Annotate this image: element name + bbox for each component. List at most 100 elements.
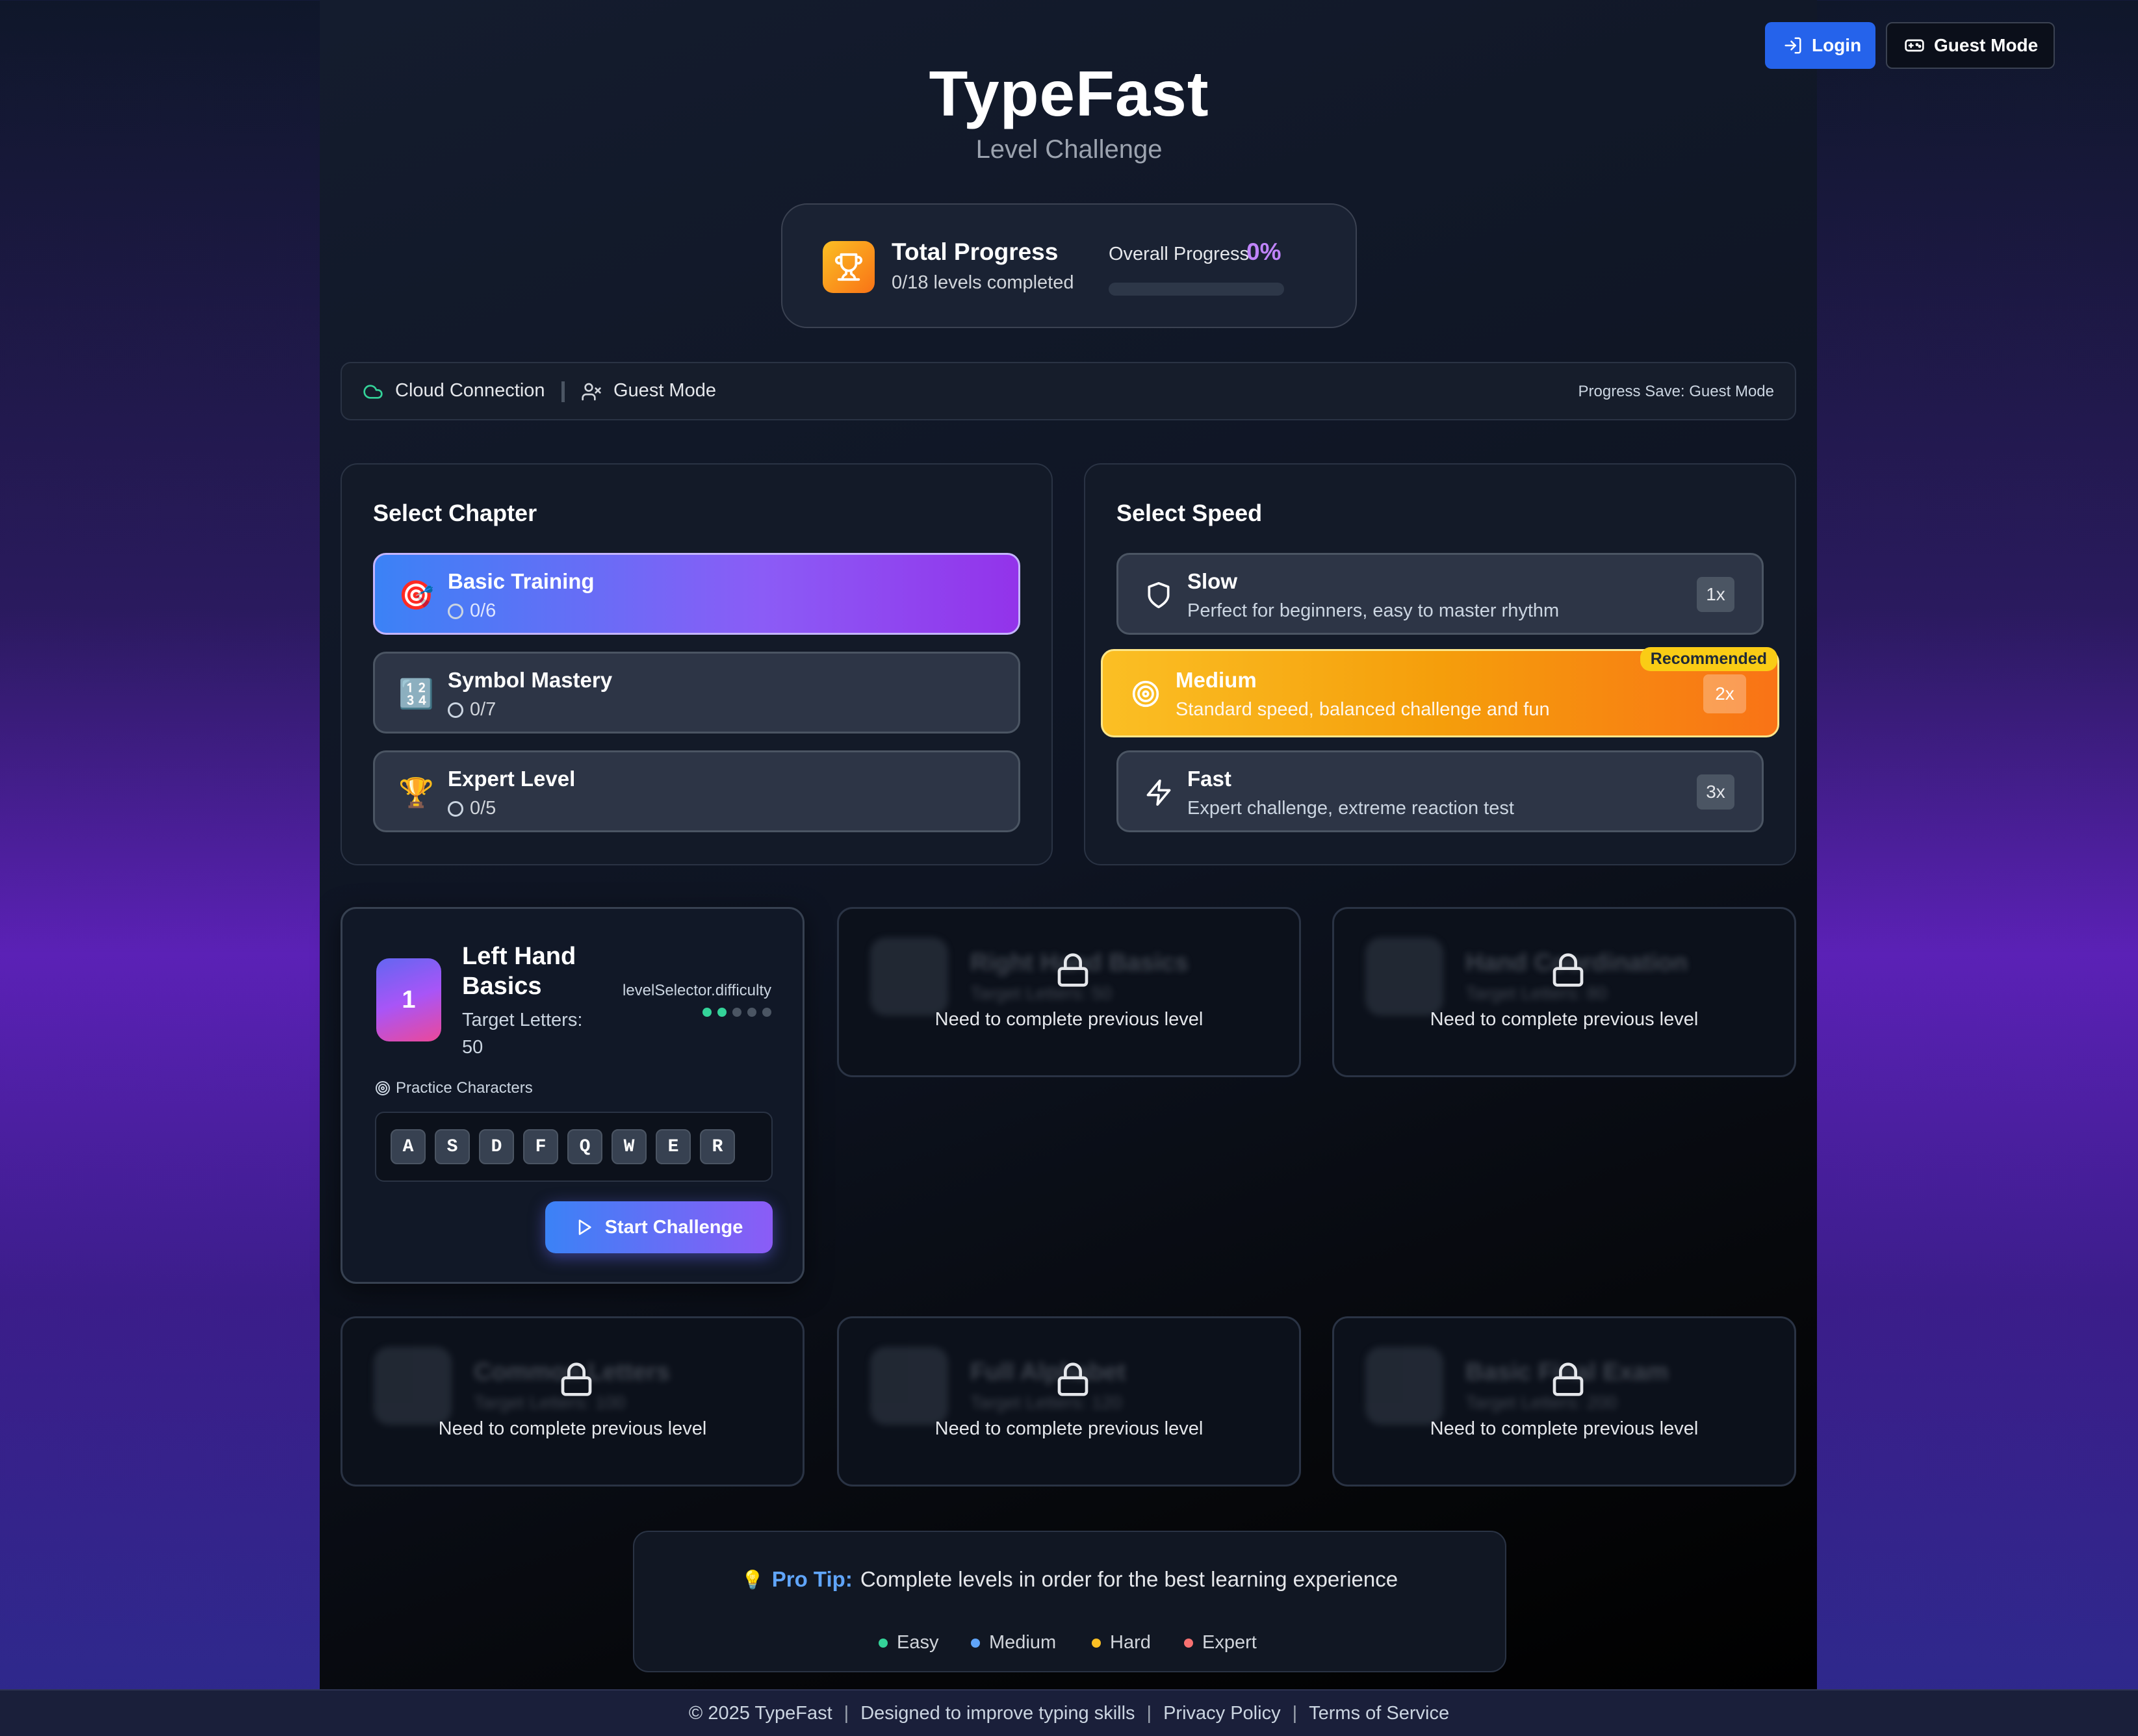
practice-key: D — [479, 1129, 514, 1164]
overall-progress-percent: 0% — [1246, 238, 1282, 265]
level-title-line1: Left Hand — [462, 943, 576, 970]
legend-easy: Easy — [879, 1632, 938, 1653]
level-target-letters: Target Letters: 120 — [970, 1392, 1122, 1412]
progress-save-text: Progress Save: Guest Mode — [1578, 383, 1774, 400]
level-target-letters: Target Letters: 100 — [474, 1392, 626, 1412]
speed-option-slow[interactable]: Slow Perfect for beginners, easy to mast… — [1116, 553, 1764, 635]
level-number-badge — [870, 1347, 948, 1425]
level-target-letters: Target Letters: 50 — [462, 1006, 582, 1061]
trophy-badge — [823, 241, 875, 293]
level-number-badge — [870, 938, 948, 1015]
footer-separator: | — [844, 1702, 849, 1724]
guest-mode-label: Guest Mode — [1934, 35, 2039, 55]
level-card-5-locked: Full Alphabet Target Letters: 120 Need t… — [837, 1316, 1301, 1487]
legend-expert: Expert — [1184, 1632, 1257, 1653]
chapter-expert-level[interactable]: 🏆 Expert Level 0/5 — [373, 750, 1020, 832]
cloud-icon — [363, 385, 383, 399]
start-challenge-button[interactable]: Start Challenge — [545, 1201, 773, 1253]
level-title: Full Alphabet — [970, 1359, 1126, 1386]
practice-characters-label: Practice Characters — [396, 1079, 533, 1097]
lock-icon — [1057, 953, 1088, 987]
target-circle-icon — [1132, 680, 1159, 708]
practice-key: R — [700, 1129, 735, 1164]
terms-of-service-link[interactable]: Terms of Service — [1309, 1703, 1449, 1724]
footer-separator: | — [1292, 1702, 1298, 1724]
legend-label: Easy — [897, 1632, 939, 1653]
privacy-policy-link[interactable]: Privacy Policy — [1163, 1703, 1281, 1724]
speed-multiplier-badge: 1x — [1697, 577, 1734, 612]
lock-icon — [1552, 953, 1584, 987]
chapter-basic-training[interactable]: 🎯 Basic Training 0/6 — [373, 553, 1020, 635]
speed-name: Medium — [1176, 668, 1257, 692]
difficulty-dot — [747, 1008, 756, 1017]
legend-hard: Hard — [1092, 1632, 1151, 1653]
level-title-line2: Basics — [462, 973, 542, 1000]
user-x-icon — [582, 383, 601, 401]
level-number-badge — [374, 1347, 452, 1425]
login-icon — [1784, 37, 1801, 54]
chapter-name: Symbol Mastery — [448, 668, 613, 692]
footer-separator: | — [1146, 1702, 1152, 1724]
footer-copyright: © 2025 TypeFast — [688, 1702, 832, 1724]
pro-tip-card: 💡 Pro Tip: Complete levels in order for … — [633, 1531, 1506, 1672]
login-label: Login — [1812, 35, 1862, 55]
legend-medium: Medium — [971, 1632, 1056, 1653]
status-divider — [561, 381, 565, 402]
chapter-count: 0/6 — [448, 600, 496, 622]
practice-key: W — [612, 1129, 647, 1164]
trophy-icon — [834, 253, 863, 281]
target-letters-value: 50 — [462, 1037, 483, 1058]
locked-message: Need to complete previous level — [934, 1418, 1204, 1439]
practice-key: S — [435, 1129, 470, 1164]
select-speed-panel: Select Speed Slow Perfect for beginners,… — [1084, 463, 1796, 865]
legend-dot — [879, 1638, 888, 1648]
level-card-6-locked: Basic Final Exam Target Letters: 200 Nee… — [1332, 1316, 1796, 1487]
chapter-count: 0/5 — [448, 798, 496, 819]
locked-message: Need to complete previous level — [934, 1009, 1204, 1030]
footer-tagline: Designed to improve typing skills — [860, 1702, 1135, 1724]
chapter-count-text: 0/6 — [470, 600, 496, 621]
pro-tip-text: Complete levels in order for the best le… — [860, 1567, 1398, 1591]
chapter-symbol-mastery[interactable]: 🔢 Symbol Mastery 0/7 — [373, 652, 1020, 734]
speed-option-fast[interactable]: Fast Expert challenge, extreme reaction … — [1116, 750, 1764, 832]
total-progress-card: Total Progress 0/18 levels completed Ove… — [781, 203, 1357, 328]
footer: © 2025 TypeFast | Designed to improve ty… — [0, 1689, 2138, 1736]
difficulty-label: levelSelector.difficulty — [622, 982, 771, 999]
level-number-badge — [1365, 1347, 1443, 1425]
difficulty-dot — [762, 1008, 771, 1017]
overall-progress-label: Overall Progress — [1109, 244, 1249, 264]
practice-characters-box: ASDFQWER — [375, 1112, 773, 1182]
chapter-count: 0/7 — [448, 699, 496, 721]
numbers-icon: 🔢 — [398, 678, 434, 710]
locked-message: Need to complete previous level — [438, 1418, 707, 1439]
difficulty-dot — [702, 1008, 712, 1017]
level-title: Left Hand Basics — [462, 941, 576, 1001]
locked-message: Need to complete previous level — [1430, 1418, 1699, 1439]
recommended-badge: Recommended — [1640, 647, 1777, 671]
start-challenge-label: Start Challenge — [604, 1216, 743, 1238]
trophy-icon: 🏆 — [398, 777, 434, 809]
speed-name: Fast — [1187, 767, 1231, 791]
practice-key: E — [656, 1129, 691, 1164]
guest-mode-status-label: Guest Mode — [613, 380, 716, 401]
legend-label: Hard — [1110, 1632, 1151, 1653]
chapter-name: Expert Level — [448, 767, 576, 791]
speed-panel-title: Select Speed — [1116, 500, 1263, 526]
level-card-1[interactable]: 1 Left Hand Basics Target Letters: 50 le… — [341, 907, 805, 1284]
level-number-badge: 1 — [376, 958, 441, 1041]
difficulty-dot — [732, 1008, 741, 1017]
practice-key: Q — [567, 1129, 602, 1164]
progress-title: Total Progress — [892, 238, 1059, 265]
target-letters-label: Target Letters: — [462, 1010, 583, 1030]
lock-icon — [561, 1362, 592, 1396]
legend-label: Expert — [1202, 1632, 1257, 1653]
pro-tip-label: Pro Tip: — [771, 1567, 853, 1591]
lightbulb-icon: 💡 — [741, 1569, 764, 1590]
level-card-2-locked: Right Hand Basics Target Letters: 50 Nee… — [837, 907, 1301, 1077]
select-chapter-panel: Select Chapter 🎯 Basic Training 0/6 🔢 Sy… — [341, 463, 1053, 865]
circle-icon — [448, 603, 463, 619]
speed-description: Perfect for beginners, easy to master rh… — [1187, 600, 1560, 621]
connection-status-bar: Cloud Connection Guest Mode Progress Sav… — [341, 362, 1796, 420]
speed-description: Standard speed, balanced challenge and f… — [1176, 699, 1550, 720]
speed-option-medium[interactable]: Medium Standard speed, balanced challeng… — [1101, 647, 1779, 737]
